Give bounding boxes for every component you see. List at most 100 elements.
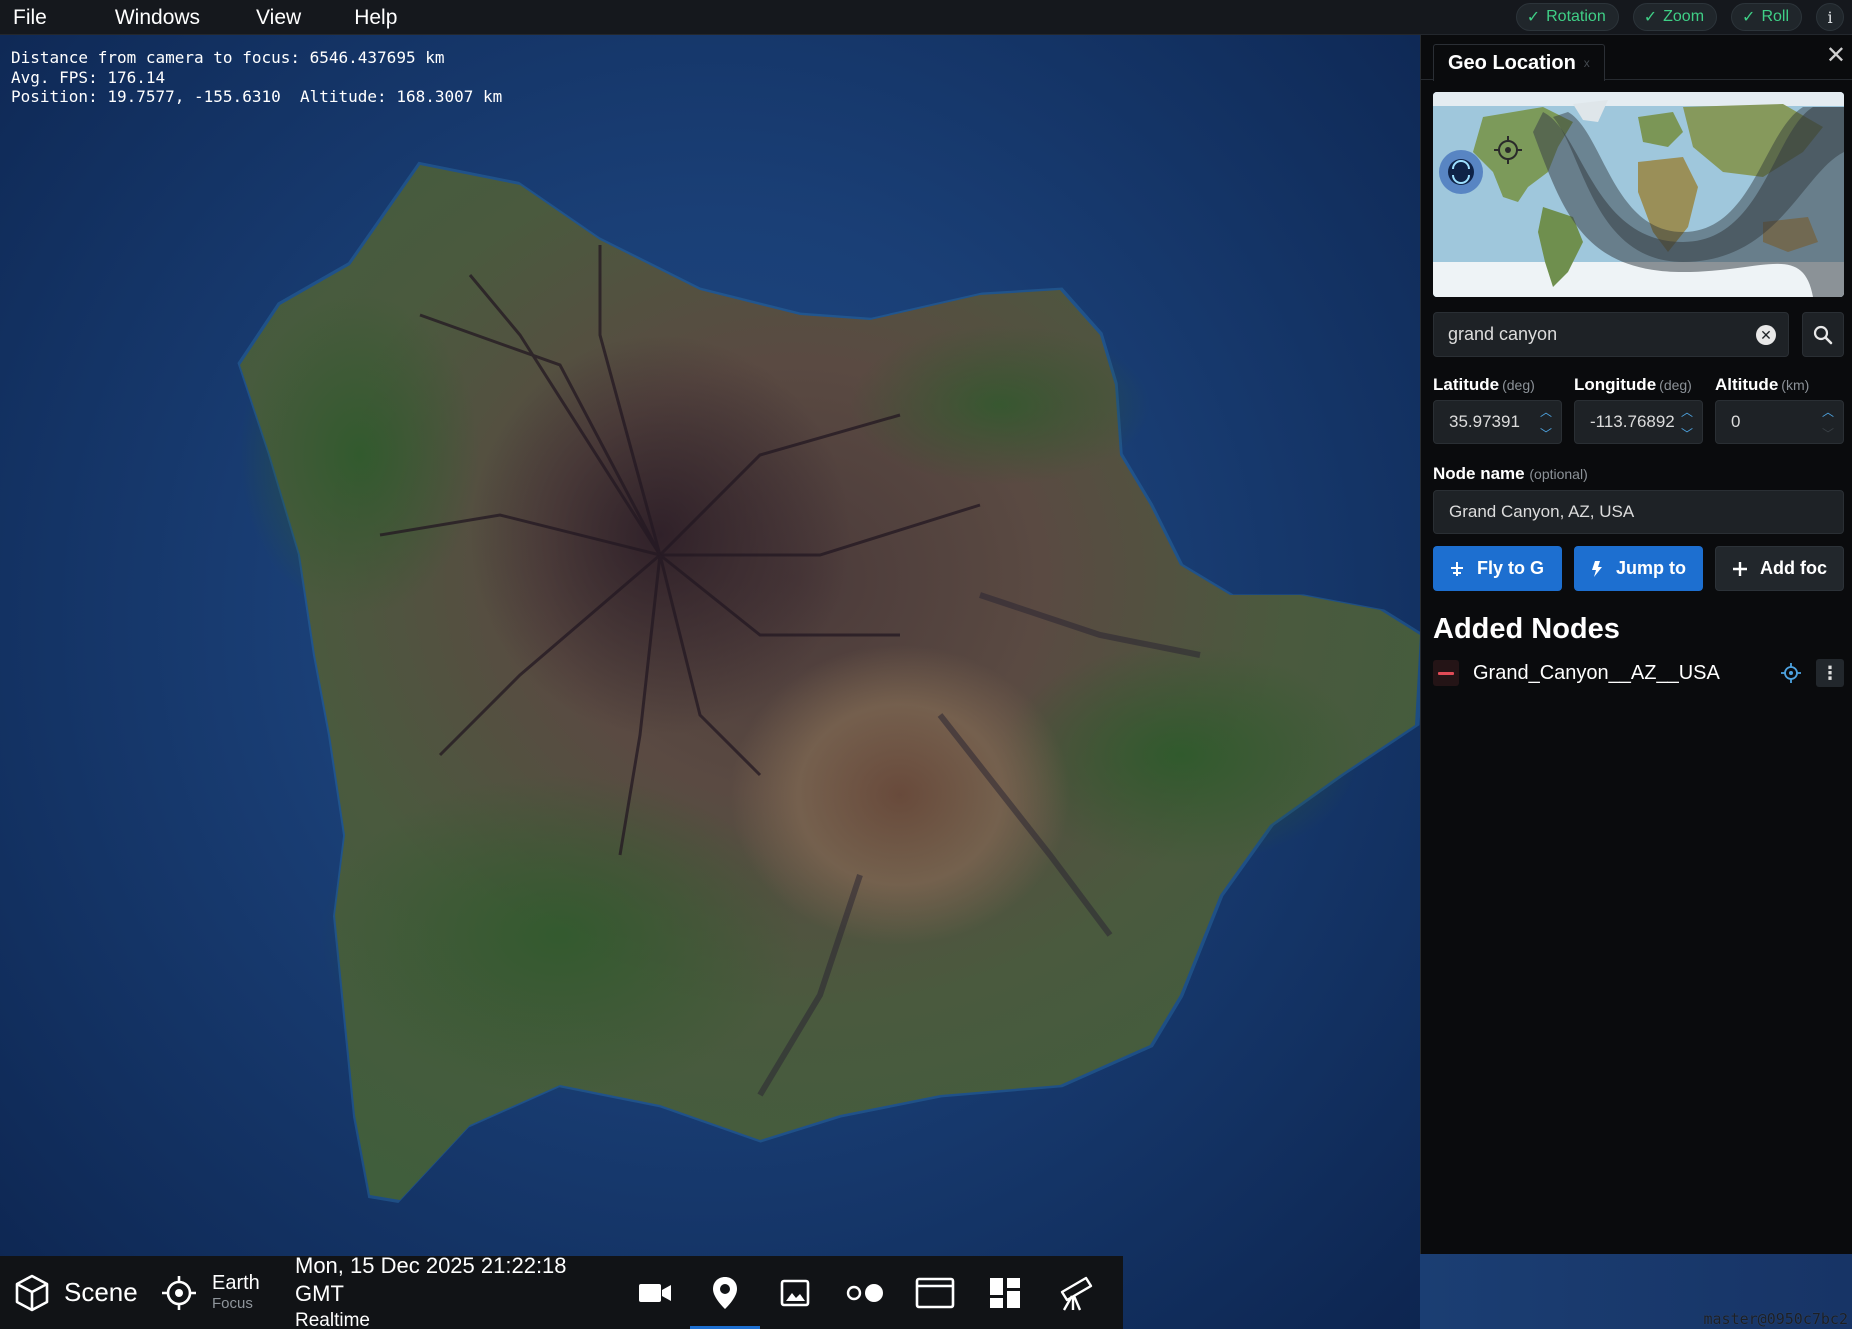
focus-button[interactable]: Earth Focus bbox=[150, 1256, 282, 1329]
added-nodes-title: Added Nodes bbox=[1433, 613, 1620, 645]
globe-viewport[interactable]: Distance from camera to focus: 6546.4376… bbox=[0, 35, 1420, 1329]
hud-position: Position: 19.7577, -155.6310 Altitude: 1… bbox=[11, 87, 503, 106]
info-icon[interactable]: i bbox=[1816, 3, 1844, 31]
altitude-stepper[interactable]: ︿ ﹀ bbox=[1821, 405, 1835, 441]
camera-toggles: ✓ Rotation ✓ Zoom ✓ Roll i bbox=[1515, 3, 1844, 31]
longitude-value: -113.76892 bbox=[1590, 412, 1675, 431]
hud-fps: Avg. FPS: 176.14 bbox=[11, 67, 166, 87]
search-button[interactable] bbox=[1802, 312, 1844, 357]
chevron-up-icon[interactable]: ︿ bbox=[1822, 405, 1834, 419]
telescope-tool[interactable] bbox=[1040, 1256, 1110, 1329]
video-camera-icon bbox=[639, 1283, 671, 1302]
scene-button[interactable]: Scene bbox=[0, 1256, 150, 1329]
clear-icon[interactable]: ✕ bbox=[1756, 325, 1776, 345]
fly-to-label: Fly to G bbox=[1477, 558, 1544, 578]
close-icon[interactable]: ✕ bbox=[1826, 41, 1846, 70]
cube-icon bbox=[15, 1274, 49, 1311]
camera-tool[interactable] bbox=[620, 1256, 690, 1329]
latitude-stepper[interactable]: ︿ ﹀ bbox=[1539, 405, 1553, 441]
check-icon: ✓ bbox=[1526, 9, 1541, 26]
menu-windows[interactable]: Windows bbox=[102, 0, 213, 35]
rotation-toggle-label: Rotation bbox=[1546, 8, 1606, 25]
altitude-input[interactable]: 0 ︿ ﹀ bbox=[1715, 400, 1844, 444]
search-input-value: grand canyon bbox=[1448, 324, 1558, 344]
viewport-ocean-strip: master@0950c7bc2 bbox=[1420, 1254, 1852, 1329]
fly-to-button[interactable]: Fly to G bbox=[1433, 546, 1562, 591]
zoom-toggle-label: Zoom bbox=[1663, 8, 1705, 25]
altitude-label-text: Altitude bbox=[1715, 375, 1779, 394]
tab-geo-location[interactable]: Geo Location x bbox=[1433, 44, 1605, 81]
chevron-down-icon[interactable]: ﹀ bbox=[1540, 427, 1552, 441]
more-options-icon[interactable]: ⋮ bbox=[1816, 659, 1844, 687]
map-pin-icon bbox=[713, 1276, 737, 1309]
time-display[interactable]: Mon, 15 Dec 2025 21:22:18 GMT Realtime bbox=[282, 1252, 620, 1329]
check-icon: ✓ bbox=[1643, 9, 1658, 26]
add-focus-button[interactable]: Add foc bbox=[1715, 546, 1844, 591]
plus-icon bbox=[1733, 561, 1747, 576]
jump-to-label: Jump to bbox=[1616, 558, 1686, 578]
dots-icon bbox=[846, 1283, 883, 1302]
menu-bar: File Windows View Help ✓ Rotation ✓ Zoom… bbox=[0, 0, 1852, 35]
world-minimap[interactable] bbox=[1433, 92, 1844, 297]
window-tool[interactable] bbox=[900, 1256, 970, 1329]
latitude-label-text: Latitude bbox=[1433, 375, 1500, 394]
longitude-unit: (deg) bbox=[1659, 377, 1692, 393]
rotation-toggle[interactable]: ✓ Rotation bbox=[1515, 3, 1619, 31]
minus-icon bbox=[1438, 671, 1454, 675]
longitude-label: Longitude (deg) bbox=[1574, 375, 1692, 395]
menu-view[interactable]: View bbox=[243, 0, 314, 35]
search-input[interactable]: grand canyon ✕ bbox=[1433, 312, 1789, 357]
scene-label: Scene bbox=[64, 1277, 138, 1307]
check-icon: ✓ bbox=[1742, 9, 1756, 26]
node-name-value: Grand Canyon, AZ, USA bbox=[1449, 502, 1635, 521]
search-row: grand canyon ✕ bbox=[1433, 312, 1844, 357]
menu-help[interactable]: Help bbox=[341, 0, 410, 35]
add-focus-label: Add foc bbox=[1760, 558, 1827, 578]
coordinate-labels: Latitude (deg) Longitude (deg) Altitude (km… bbox=[1433, 375, 1844, 397]
node-item-name: Grand_Canyon__AZ__USA bbox=[1473, 661, 1720, 684]
tab-close-icon[interactable]: x bbox=[1584, 45, 1590, 81]
focus-sub: Focus bbox=[212, 1295, 253, 1313]
tab-geo-location-label: Geo Location bbox=[1448, 52, 1576, 74]
focus-name: Earth bbox=[212, 1272, 260, 1295]
lightning-icon bbox=[1592, 560, 1602, 577]
time-mode: Realtime bbox=[295, 1309, 370, 1329]
longitude-label-text: Longitude bbox=[1574, 375, 1657, 394]
telescope-icon bbox=[1060, 1276, 1093, 1311]
roll-toggle-label: Roll bbox=[1761, 8, 1789, 25]
chevron-down-icon[interactable]: ﹀ bbox=[1681, 427, 1693, 441]
node-name-label: Node name (optional) bbox=[1433, 464, 1588, 484]
altitude-unit: (km) bbox=[1781, 377, 1810, 393]
focus-target-icon[interactable] bbox=[1780, 662, 1802, 684]
longitude-input[interactable]: -113.76892 ︿ ﹀ bbox=[1574, 400, 1703, 444]
chevron-down-icon: ﹀ bbox=[1821, 427, 1834, 441]
chevron-up-icon[interactable]: ︿ bbox=[1681, 405, 1693, 419]
focus-text: Earth Focus bbox=[212, 1272, 260, 1312]
list-item: Grand_Canyon__AZ__USA ⋮ bbox=[1433, 655, 1844, 691]
camera-stats-overlay: Distance from camera to focus: 6546.4376… bbox=[11, 48, 502, 107]
window-icon bbox=[915, 1277, 955, 1308]
dashboard-tool[interactable] bbox=[970, 1256, 1040, 1329]
altitude-value: 0 bbox=[1731, 412, 1741, 431]
dashboard-icon bbox=[990, 1277, 1020, 1308]
geo-location-tool[interactable] bbox=[690, 1256, 760, 1329]
remove-node-button[interactable] bbox=[1433, 660, 1459, 686]
screenshot-tool[interactable] bbox=[760, 1256, 830, 1329]
panel-tab-bar: Geo Location x ✕ bbox=[1421, 35, 1852, 81]
roll-toggle[interactable]: ✓ Roll bbox=[1731, 3, 1802, 31]
jump-to-button[interactable]: Jump to bbox=[1574, 546, 1703, 591]
node-name-input[interactable]: Grand Canyon, AZ, USA bbox=[1433, 490, 1844, 534]
geo-location-panel: Geo Location x ✕ grand canyon ✕ Latitude… bbox=[1420, 35, 1852, 1254]
latitude-unit: (deg) bbox=[1502, 377, 1535, 393]
menu-file[interactable]: File bbox=[0, 0, 60, 35]
crosshair-icon bbox=[162, 1275, 196, 1310]
zoom-toggle[interactable]: ✓ Zoom bbox=[1632, 3, 1718, 31]
search-icon bbox=[1813, 325, 1833, 344]
altitude-label: Altitude (km) bbox=[1715, 375, 1809, 395]
longitude-stepper[interactable]: ︿ ﹀ bbox=[1680, 405, 1694, 441]
chevron-up-icon[interactable]: ︿ bbox=[1540, 405, 1552, 419]
latitude-value: 35.97391 bbox=[1449, 412, 1520, 431]
latitude-input[interactable]: 35.97391 ︿ ﹀ bbox=[1433, 400, 1562, 444]
bottom-toolbar: Scene Earth Focus Mon, 15 Dec 2025 21:22… bbox=[0, 1253, 1123, 1329]
stereo-tool[interactable] bbox=[830, 1256, 900, 1329]
